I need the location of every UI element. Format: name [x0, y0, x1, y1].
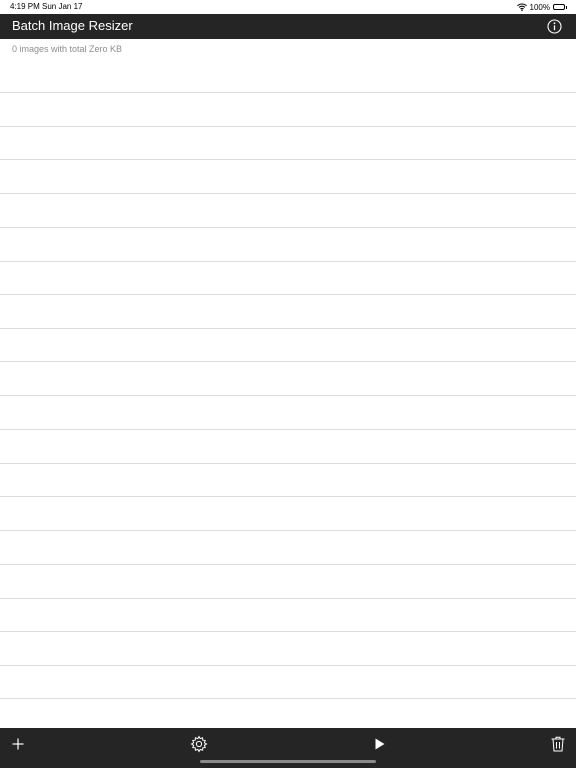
add-button[interactable] [8, 734, 28, 754]
list-row-separator [0, 698, 576, 699]
list-row-separator [0, 395, 576, 396]
list-row-separator [0, 159, 576, 160]
image-list[interactable] [0, 39, 576, 728]
info-icon [547, 19, 562, 34]
trash-icon [548, 734, 568, 754]
play-icon [370, 734, 390, 754]
list-row-separator [0, 126, 576, 127]
home-indicator [200, 760, 376, 763]
list-row-separator [0, 361, 576, 362]
navigation-bar: Batch Image Resizer [0, 14, 576, 39]
list-row-separator [0, 530, 576, 531]
list-row-separator [0, 496, 576, 497]
start-resize-button[interactable] [370, 734, 390, 754]
battery-icon [553, 4, 567, 10]
list-row-separator [0, 429, 576, 430]
list-row-separator [0, 328, 576, 329]
list-row-separator [0, 463, 576, 464]
wifi-icon [516, 3, 527, 11]
list-row-separator [0, 598, 576, 599]
battery-percentage: 100% [529, 2, 550, 12]
list-row-separator [0, 294, 576, 295]
image-summary: 0 images with total Zero KB [12, 44, 123, 54]
status-bar: 4:19 PM Sun Jan 17 100% [0, 0, 576, 14]
list-row-separator [0, 227, 576, 228]
list-row-separator [0, 261, 576, 262]
list-row-separator [0, 631, 576, 632]
delete-all-button[interactable] [548, 734, 568, 754]
status-date: Sun Jan 17 [42, 2, 83, 11]
settings-button[interactable] [189, 734, 209, 754]
list-row-separator [0, 193, 576, 194]
list-row-separator [0, 92, 576, 93]
plus-icon [8, 734, 28, 754]
status-indicators: 100% [516, 1, 567, 13]
gear-icon [189, 734, 209, 754]
list-row-separator [0, 665, 576, 666]
list-row-separator [0, 564, 576, 565]
info-button[interactable] [547, 19, 562, 34]
status-time: 4:19 PM [10, 2, 40, 11]
page-title: Batch Image Resizer [12, 18, 133, 33]
